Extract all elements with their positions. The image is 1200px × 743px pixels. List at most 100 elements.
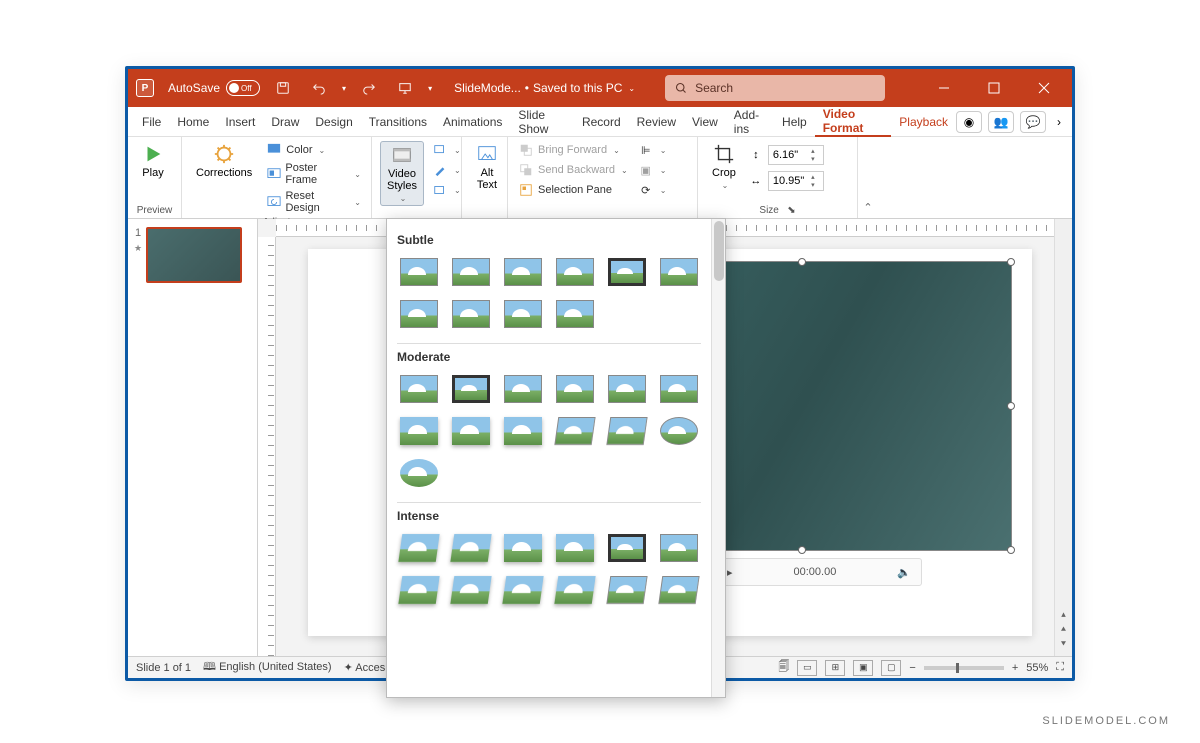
teams-icon[interactable]: 👥: [988, 111, 1014, 133]
slide-thumbnail-1[interactable]: [146, 227, 242, 283]
rotate-button[interactable]: ⟳⌄: [636, 181, 669, 199]
style-moderate-6[interactable]: [657, 372, 701, 406]
style-intense-5[interactable]: [605, 531, 649, 565]
normal-view-icon[interactable]: ▭: [797, 660, 817, 676]
zoom-level[interactable]: 55%: [1026, 662, 1048, 674]
style-moderate-12[interactable]: [657, 414, 701, 448]
prev-slide-icon[interactable]: ⯅: [1060, 624, 1067, 635]
style-subtle-10[interactable]: [553, 297, 597, 331]
vertical-scrollbar[interactable]: ▴ ⯅ ⯆: [1054, 219, 1072, 656]
style-intense-11[interactable]: [605, 573, 649, 607]
redo-icon[interactable]: [356, 78, 382, 98]
tab-design[interactable]: Design: [307, 107, 360, 136]
style-subtle-4[interactable]: [553, 255, 597, 289]
send-backward-button[interactable]: Send Backward⌄: [516, 161, 630, 179]
close-button[interactable]: [1024, 69, 1064, 107]
video-shape-button[interactable]: ⌄: [430, 141, 463, 159]
width-input[interactable]: 10.95"▴▾: [768, 171, 824, 191]
style-intense-1[interactable]: [397, 531, 441, 565]
style-subtle-5[interactable]: [605, 255, 649, 289]
tab-home[interactable]: Home: [169, 107, 217, 136]
maximize-button[interactable]: [974, 69, 1014, 107]
scroll-up-icon[interactable]: ▴: [1061, 609, 1066, 620]
color-button[interactable]: Color⌄: [264, 141, 363, 159]
tab-insert[interactable]: Insert: [217, 107, 263, 136]
tab-animations[interactable]: Animations: [435, 107, 510, 136]
tab-playback[interactable]: Playback: [891, 107, 956, 136]
tab-help[interactable]: Help: [774, 107, 815, 136]
style-moderate-9[interactable]: [501, 414, 545, 448]
style-moderate-7[interactable]: [397, 414, 441, 448]
slideshow-view-icon[interactable]: ▢: [881, 660, 901, 676]
next-slide-icon[interactable]: ⯆: [1060, 639, 1067, 650]
comments-icon[interactable]: 💬: [1020, 111, 1046, 133]
style-intense-10[interactable]: [553, 573, 597, 607]
style-subtle-2[interactable]: [449, 255, 493, 289]
poster-frame-button[interactable]: Poster Frame⌄: [264, 161, 363, 187]
style-moderate-11[interactable]: [605, 414, 649, 448]
style-intense-4[interactable]: [553, 531, 597, 565]
style-subtle-9[interactable]: [501, 297, 545, 331]
crop-button[interactable]: Crop⌄: [706, 141, 742, 192]
play-button[interactable]: Play: [136, 141, 170, 181]
style-intense-12[interactable]: [657, 573, 701, 607]
style-intense-8[interactable]: [449, 573, 493, 607]
style-subtle-7[interactable]: [397, 297, 441, 331]
corrections-button[interactable]: Corrections: [190, 141, 258, 181]
video-styles-button[interactable]: Video Styles⌄: [380, 141, 424, 206]
video-border-button[interactable]: ⌄: [430, 161, 463, 179]
fit-to-window-icon[interactable]: ⛶: [1056, 661, 1064, 674]
save-icon[interactable]: [270, 78, 296, 98]
style-moderate-1[interactable]: [397, 372, 441, 406]
accessibility-indicator[interactable]: ✦ Acces: [344, 661, 386, 674]
selection-pane-button[interactable]: Selection Pane: [516, 181, 630, 199]
notes-icon[interactable]: 🗐: [778, 658, 789, 677]
group-button[interactable]: ▣⌄: [636, 161, 669, 179]
video-effects-button[interactable]: ⌄: [430, 181, 463, 199]
alt-text-button[interactable]: Alt Text: [470, 141, 504, 193]
style-moderate-5[interactable]: [605, 372, 649, 406]
style-intense-6[interactable]: [657, 531, 701, 565]
tab-draw[interactable]: Draw: [263, 107, 307, 136]
height-input[interactable]: 6.16"▴▾: [768, 145, 824, 165]
camera-icon[interactable]: ◉: [956, 111, 982, 133]
tab-view[interactable]: View: [684, 107, 726, 136]
tab-slideshow[interactable]: Slide Show: [510, 107, 574, 136]
style-subtle-1[interactable]: [397, 255, 441, 289]
style-moderate-4[interactable]: [553, 372, 597, 406]
tab-record[interactable]: Record: [574, 107, 629, 136]
style-moderate-3[interactable]: [501, 372, 545, 406]
style-subtle-6[interactable]: [657, 255, 701, 289]
next-frame-icon[interactable]: ▸: [727, 566, 733, 579]
style-intense-9[interactable]: [501, 573, 545, 607]
gallery-scrollbar[interactable]: [711, 219, 725, 697]
tab-addins[interactable]: Add-ins: [726, 107, 774, 136]
style-moderate-10[interactable]: [553, 414, 597, 448]
autosave-toggle[interactable]: AutoSave Off: [168, 80, 260, 96]
style-intense-3[interactable]: [501, 531, 545, 565]
tab-review[interactable]: Review: [629, 107, 684, 136]
search-box[interactable]: Search: [665, 75, 885, 101]
slide-counter[interactable]: Slide 1 of 1: [136, 662, 191, 674]
slideshow-icon[interactable]: [392, 78, 418, 98]
tab-video-format[interactable]: Video Format: [815, 108, 892, 137]
reading-view-icon[interactable]: ▣: [853, 660, 873, 676]
style-moderate-8[interactable]: [449, 414, 493, 448]
zoom-slider[interactable]: [924, 666, 1004, 670]
style-subtle-3[interactable]: [501, 255, 545, 289]
ribbon-collapse-icon[interactable]: ⌃: [858, 137, 878, 218]
style-moderate-2[interactable]: [449, 372, 493, 406]
style-subtle-8[interactable]: [449, 297, 493, 331]
style-intense-2[interactable]: [449, 531, 493, 565]
style-intense-7[interactable]: [397, 573, 441, 607]
language-indicator[interactable]: 🕮 English (United States): [203, 658, 332, 677]
sorter-view-icon[interactable]: ⊞: [825, 660, 845, 676]
reset-design-button[interactable]: Reset Design⌄: [264, 189, 363, 215]
minimize-button[interactable]: [924, 69, 964, 107]
undo-icon[interactable]: [306, 78, 332, 98]
tab-file[interactable]: File: [134, 107, 169, 136]
bring-forward-button[interactable]: Bring Forward⌄: [516, 141, 630, 159]
zoom-in-icon[interactable]: +: [1012, 662, 1018, 674]
tabs-overflow-icon[interactable]: ›: [1052, 115, 1066, 129]
style-moderate-13[interactable]: [397, 456, 441, 490]
